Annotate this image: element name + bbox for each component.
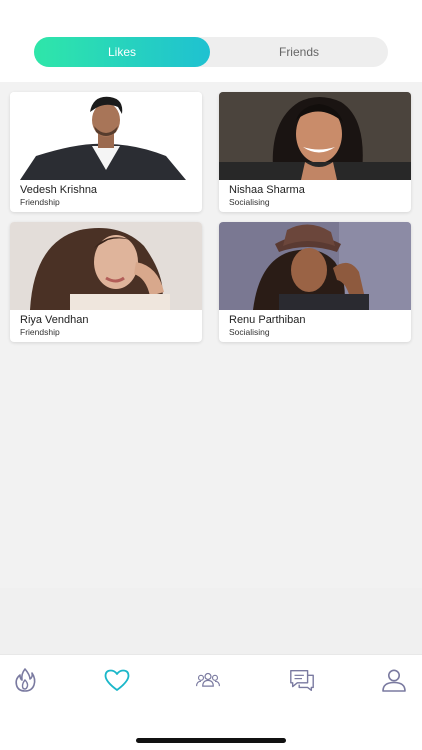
profile-interest: Friendship [20, 197, 60, 207]
profile-name: Renu Parthiban [229, 314, 306, 326]
profile-photo [219, 92, 411, 180]
profile-card[interactable]: Vedesh Krishna Friendship [10, 92, 202, 212]
nav-groups[interactable] [194, 667, 222, 693]
profile-interest: Socialising [229, 197, 270, 207]
profile-name: Nishaa Sharma [229, 184, 305, 196]
profile-icon [382, 669, 406, 692]
nav-discover[interactable] [11, 667, 39, 693]
nav-profile[interactable] [380, 667, 408, 693]
heart-icon [104, 669, 130, 691]
header: Likes Friends [0, 0, 422, 82]
nav-likes[interactable] [103, 667, 131, 693]
profile-photo [10, 92, 202, 180]
group-icon [196, 672, 220, 687]
profile-interest: Friendship [20, 327, 60, 337]
tab-friends[interactable]: Friends [210, 37, 388, 67]
tab-likes[interactable]: Likes [34, 37, 210, 67]
profile-photo [10, 222, 202, 310]
profile-card[interactable]: Nishaa Sharma Socialising [219, 92, 411, 212]
likes-friends-toggle: Likes Friends [34, 37, 388, 67]
profile-name: Vedesh Krishna [20, 184, 98, 196]
home-indicator[interactable] [136, 738, 286, 743]
profile-photo [219, 222, 411, 310]
bottom-navigation [0, 654, 422, 705]
fire-icon [15, 668, 36, 692]
content-bottom-area [0, 588, 422, 654]
profile-card[interactable]: Riya Vendhan Friendship [10, 222, 202, 342]
profile-card[interactable]: Renu Parthiban Socialising [219, 222, 411, 342]
profile-name: Riya Vendhan [20, 314, 89, 326]
likes-grid: Vedesh Krishna Friendship Nishaa Sharma … [0, 82, 422, 588]
nav-messages[interactable] [288, 667, 316, 693]
chat-icon [290, 669, 314, 691]
profile-interest: Socialising [229, 327, 270, 337]
